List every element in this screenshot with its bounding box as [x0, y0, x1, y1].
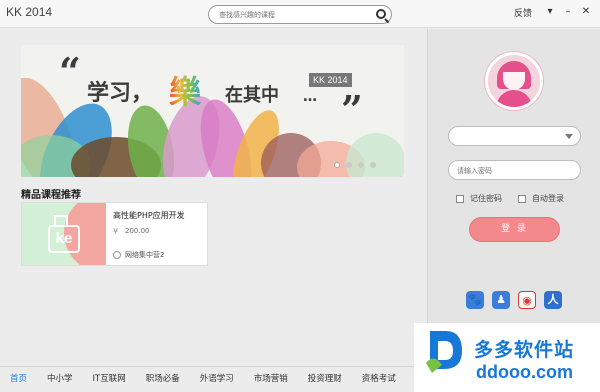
slogan-ellipsis: … — [303, 89, 317, 105]
quote-close: ” — [341, 87, 363, 132]
price-icon: ¥ — [113, 227, 119, 236]
feedback-link[interactable]: 反馈 — [514, 6, 532, 19]
app-title: KK 2014 — [6, 5, 53, 19]
slogan-part2: 在其中 — [225, 85, 279, 106]
remember-password-label: 记住密码 — [470, 194, 502, 203]
carousel-dots — [334, 162, 376, 168]
slogan-part1: 学习， — [87, 81, 154, 106]
featured-courses-title: 精品课程推荐 — [21, 190, 81, 201]
chevron-down-icon[interactable] — [565, 134, 573, 139]
watermark-d-icon — [426, 331, 462, 373]
search-input[interactable] — [219, 8, 369, 21]
course-card[interactable]: ke 高性能PHP应用开发 ¥ 200.00 网络集中营2 — [21, 202, 208, 266]
login-panel: 记住密码 自动登录 登 录 🐾 ♟ ◉ 人 — [427, 29, 600, 323]
course-org[interactable]: 网络集中营2 — [125, 250, 164, 260]
nav-item-it[interactable]: IT互联网 — [83, 368, 136, 390]
nav-item-exam[interactable]: 资格考试 — [352, 368, 406, 390]
carousel-dot[interactable] — [370, 162, 376, 168]
org-icon — [113, 251, 121, 259]
ke-logo: ke — [48, 225, 80, 253]
avatar — [485, 52, 543, 110]
carousel-dot[interactable] — [358, 162, 364, 168]
watermark-cn: 多多软件站 — [474, 339, 575, 361]
auto-login-checkbox[interactable] — [518, 195, 526, 203]
nav-item-language[interactable]: 外语学习 — [190, 368, 244, 390]
search-icon[interactable] — [376, 9, 386, 19]
account-select[interactable] — [448, 126, 581, 146]
close-button[interactable]: ✕ — [578, 4, 594, 20]
nav-item-home[interactable]: 首页 — [0, 368, 37, 390]
watermark-en: ddooo.com — [476, 362, 573, 382]
nav-item-finance[interactable]: 投资理财 — [298, 368, 352, 390]
menu-button[interactable]: ▾ — [542, 4, 558, 20]
password-field[interactable] — [448, 160, 581, 180]
carousel-dot[interactable] — [334, 162, 340, 168]
main-content: “ 学习， 樂 在其中 … KK 2014 ” 精品课程推荐 ke 高性能PHP… — [0, 29, 426, 366]
baidu-icon[interactable]: 🐾 — [466, 291, 484, 309]
course-price: 200.00 — [125, 227, 150, 235]
remember-password-checkbox[interactable] — [456, 195, 464, 203]
weibo-icon[interactable]: ◉ — [518, 291, 536, 309]
password-input[interactable] — [457, 165, 572, 176]
quote-open: “ — [59, 49, 81, 94]
category-nav: 首页 中小学 IT互联网 职场必备 外语学习 市场营销 投资理财 资格考试 — [0, 368, 406, 390]
qq-icon[interactable]: ♟ — [492, 291, 510, 309]
minimize-button[interactable]: – — [560, 4, 576, 20]
slogan-char: 樂 — [169, 67, 201, 113]
nav-item-k12[interactable]: 中小学 — [37, 368, 83, 390]
auto-login-label: 自动登录 — [532, 194, 564, 203]
nav-item-career[interactable]: 职场必备 — [136, 368, 190, 390]
course-search[interactable] — [208, 5, 392, 24]
promo-banner[interactable]: “ 学习， 樂 在其中 … KK 2014 ” — [21, 45, 404, 177]
course-name[interactable]: 高性能PHP应用开发 — [113, 210, 185, 221]
renren-icon[interactable]: 人 — [544, 291, 562, 309]
course-thumbnail[interactable]: ke — [22, 203, 106, 265]
login-button[interactable]: 登 录 — [469, 217, 560, 242]
nav-item-marketing[interactable]: 市场营销 — [244, 368, 298, 390]
banner-badge: KK 2014 — [309, 73, 352, 87]
watermark-logo: 多多软件站 ddooo.com — [414, 323, 600, 392]
carousel-dot[interactable] — [346, 162, 352, 168]
title-bar: KK 2014 反馈 ▾ – ✕ — [0, 0, 600, 28]
